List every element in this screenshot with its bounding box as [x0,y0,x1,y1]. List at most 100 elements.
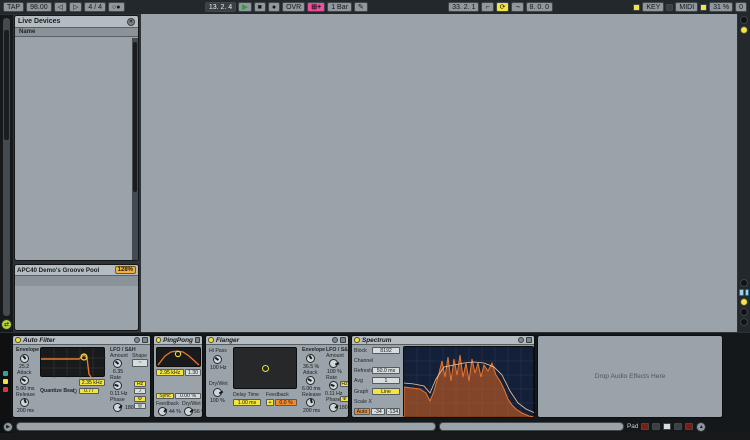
feedback-knob[interactable] [158,407,167,416]
detail-tab-chip[interactable] [3,371,8,376]
save-preset-icon[interactable] [142,337,148,343]
record-button[interactable]: ● [268,2,280,12]
phase-knob[interactable] [113,403,122,412]
device-header[interactable]: PingPong [154,336,202,345]
device-drop-zone[interactable]: Drop Audio Effects Here [537,335,723,418]
browser-scrollbar[interactable] [3,18,10,316]
browser-column-header[interactable]: Name [15,28,138,37]
block-selector[interactable]: 8192 [372,347,400,354]
lfo-amount-knob[interactable] [329,359,338,368]
device-header[interactable]: Flanger [206,336,348,345]
env-amount-knob[interactable] [306,354,315,363]
loop-button[interactable]: ⟳ [496,2,510,12]
band-freq-field[interactable]: 2.95 kHz [156,369,184,376]
band-filter-display[interactable] [156,347,201,367]
save-preset-icon[interactable] [340,337,346,343]
show-io-button[interactable] [740,279,748,287]
avg-field[interactable]: 1 [372,377,400,384]
sync-button[interactable]: Sync [156,393,174,399]
detail-tab-chip[interactable] [3,379,8,384]
device-header[interactable]: Auto Filter [13,336,150,345]
rate-sync-button[interactable]: ♪ [134,388,146,394]
range-hi-field[interactable]: -34 [371,408,385,415]
spectrum-display[interactable] [403,346,534,417]
q-field[interactable]: 0.77 [79,388,99,394]
lfo-amount-knob[interactable] [113,359,122,368]
hot-swap-icon[interactable] [332,337,338,343]
stop-button[interactable]: ■ [254,2,266,12]
feedback-plus-button[interactable]: + [266,399,274,406]
graph-mode-button[interactable]: Line [372,388,400,395]
draw-mode-button[interactable]: ✎ [354,2,368,12]
tempo-field[interactable]: 98.00 [26,2,52,12]
phase-mode-button[interactable]: Φ [340,396,349,402]
play-button[interactable]: ▶ [238,2,251,12]
hot-swap-icon[interactable] [134,337,140,343]
browser-list-scrollbar[interactable] [132,38,138,260]
spin-mode-button[interactable]: ◎ [134,403,146,409]
midi-map-button[interactable]: MIDI [675,2,698,12]
show-mixer-button[interactable] [740,298,748,306]
nudge-down-button[interactable]: ◁ [54,2,67,12]
detail-tab-chip[interactable] [3,387,8,392]
rate-knob[interactable] [113,381,122,390]
drywet-knob[interactable] [184,407,193,416]
range-lo-field[interactable]: -134 [386,408,400,415]
phase-mode-button[interactable]: Φ [134,396,146,402]
key-map-button[interactable]: KEY [642,2,664,12]
metronome-button[interactable]: ○● [108,2,124,12]
band-q-field[interactable]: 1.30 [185,369,201,376]
loop-length-field[interactable]: 8. 0. 0 [526,2,553,12]
flanger-xy-pad[interactable] [233,347,297,389]
time-signature-field[interactable]: 4 / 4 [84,2,106,12]
clip-view-toggle-icon[interactable]: ▶ [3,422,13,432]
arrangement-position-field[interactable]: 13. 2. 4 [205,2,236,12]
show-sends-button[interactable] [740,308,748,316]
release-knob[interactable] [20,398,29,407]
browser-scrollbar-thumb[interactable] [4,30,9,140]
show-returns-button[interactable] [740,318,748,326]
punch-out-button[interactable]: ¬ [511,2,523,12]
device-on-led[interactable] [354,337,360,343]
xy-handle[interactable] [262,365,269,372]
filter-display[interactable] [40,347,105,377]
overdub-button[interactable]: OVR [282,2,305,12]
device-on-led[interactable] [15,337,21,343]
punch-in-button[interactable]: ⌐ [481,2,493,12]
arrangement-view-toggle-icon[interactable] [740,26,748,34]
hipass-knob[interactable] [213,355,222,364]
release-knob[interactable] [306,398,315,407]
loop-start-field[interactable]: 33. 2. 1 [448,2,479,12]
session-view-toggle-icon[interactable] [740,16,748,24]
offset-field[interactable]: 0.00 % [175,393,201,399]
close-icon[interactable]: ✕ [127,18,135,26]
groove-amount-field[interactable]: 128% [115,266,136,274]
nudge-up-button[interactable]: ▷ [69,2,82,12]
auto-range-button[interactable]: Auto [354,408,370,415]
rate-knob[interactable] [329,381,338,390]
hot-swap-icon[interactable] [518,337,524,343]
quantize-menu[interactable]: 1 Bar [327,2,352,12]
session-record-button[interactable]: ⊞+ [307,2,325,12]
device-header[interactable]: Spectrum [352,336,534,345]
phase-knob[interactable] [329,403,338,412]
device-on-led[interactable] [156,337,161,343]
save-preset-icon[interactable] [195,337,200,343]
attack-knob[interactable] [306,376,315,385]
tap-tempo-button[interactable]: TAP [3,2,24,12]
attack-knob[interactable] [20,376,29,385]
env-amount-knob[interactable] [20,354,29,363]
delay-time-field[interactable]: 1.00 ms [233,399,261,406]
lfo-shape-selector[interactable]: ~ [132,359,148,367]
crossfader-assign-icon[interactable] [739,289,749,296]
browser-list-scrollbar-thumb[interactable] [133,42,137,192]
show-detail-view-icon[interactable]: ▲ [696,422,706,432]
rate-hz-button[interactable]: Hz [340,381,349,387]
refresh-field[interactable]: 50.0 ms [372,367,400,374]
save-preset-icon[interactable] [526,337,532,343]
hot-swap-icon[interactable]: ⇄ [1,319,12,330]
device-on-led[interactable] [208,337,214,343]
feedback-field[interactable]: 0.0 % [275,399,297,406]
drywet-knob[interactable] [213,388,222,397]
filter-freq-field[interactable]: 2.35 kHz [79,379,105,386]
